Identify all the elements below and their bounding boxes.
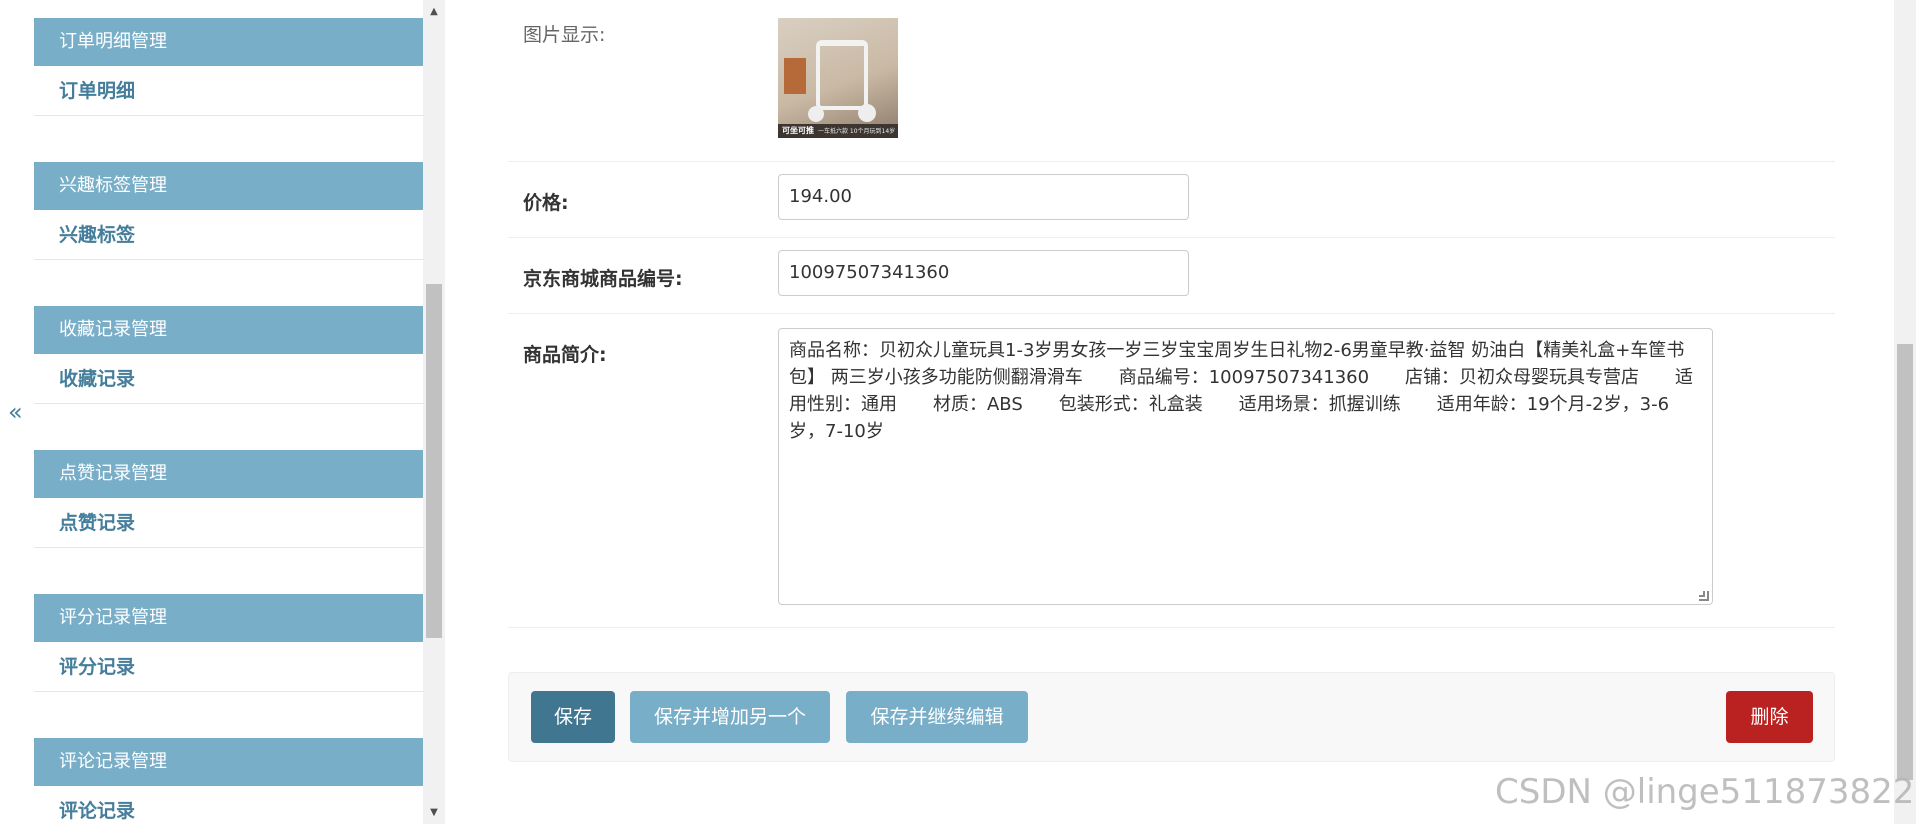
submit-row: 保存 保存并增加另一个 保存并继续编辑 删除 bbox=[508, 672, 1835, 762]
module-caption[interactable]: 评分记录管理 bbox=[34, 594, 423, 642]
sidebar-scrollbar[interactable]: ▲ ▼ bbox=[423, 0, 445, 824]
module-caption[interactable]: 收藏记录管理 bbox=[34, 306, 423, 354]
description-text: 商品名称：贝初众儿童玩具1-3岁男女孩一岁三岁宝宝周岁生日礼物2-6男童早教·益… bbox=[789, 340, 1694, 442]
description-textarea[interactable]: 商品名称：贝初众儿童玩具1-3岁男女孩一岁三岁宝宝周岁生日礼物2-6男童早教·益… bbox=[778, 328, 1713, 605]
module-interest-tag: 兴趣标签管理 兴趣标签 bbox=[34, 162, 423, 260]
image-caption-sub: 一车抵六款 10个月玩到14岁 bbox=[818, 128, 896, 135]
module-favorite: 收藏记录管理 收藏记录 bbox=[34, 306, 423, 404]
image-label: 图片显示: bbox=[523, 24, 606, 46]
form-row-sku: 京东商城商品编号: 10097507341360 bbox=[508, 238, 1835, 314]
sidebar-item-interest-tag[interactable]: 兴趣标签 bbox=[34, 210, 423, 260]
module-like: 点赞记录管理 点赞记录 bbox=[34, 450, 423, 548]
sidebar-item-rating[interactable]: 评分记录 bbox=[34, 642, 423, 692]
module-rating: 评分记录管理 评分记录 bbox=[34, 594, 423, 692]
scrollbar-thumb[interactable] bbox=[1897, 344, 1913, 780]
save-button[interactable]: 保存 bbox=[531, 691, 615, 743]
sidebar-collapse-toggle[interactable]: « bbox=[8, 400, 26, 424]
module-caption[interactable]: 订单明细管理 bbox=[34, 18, 423, 66]
price-label: 价格: bbox=[523, 192, 569, 214]
wheel-shape bbox=[858, 104, 876, 122]
module-caption[interactable]: 评论记录管理 bbox=[34, 738, 423, 786]
watermark: CSDN @linge511873822 bbox=[1495, 772, 1915, 812]
form-row-price: 价格: 194.00 bbox=[508, 162, 1835, 238]
sku-label: 京东商城商品编号: bbox=[523, 268, 683, 290]
form-row-description: 商品简介: 商品名称：贝初众儿童玩具1-3岁男女孩一岁三岁宝宝周岁生日礼物2-6… bbox=[508, 314, 1835, 628]
sidebar-item-comment[interactable]: 评论记录 bbox=[34, 786, 423, 824]
package-box-shape bbox=[784, 58, 806, 94]
delete-button[interactable]: 删除 bbox=[1726, 691, 1813, 743]
change-form: 图片显示: 可坐可推 一车抵六款 10个月玩到14岁 价格: 194.00 京东… bbox=[508, 0, 1835, 824]
resize-handle-icon[interactable] bbox=[1699, 591, 1709, 601]
save-and-add-another-button[interactable]: 保存并增加另一个 bbox=[630, 691, 830, 743]
main-scrollbar[interactable] bbox=[1894, 0, 1916, 824]
module-caption[interactable]: 点赞记录管理 bbox=[34, 450, 423, 498]
sku-input[interactable]: 10097507341360 bbox=[778, 250, 1189, 296]
scrollbar-thumb[interactable] bbox=[426, 284, 442, 638]
module-caption[interactable]: 兴趣标签管理 bbox=[34, 162, 423, 210]
form-row-image: 图片显示: 可坐可推 一车抵六款 10个月玩到14岁 bbox=[508, 0, 1835, 162]
module-order-detail: 订单明细管理 订单明细 bbox=[34, 18, 423, 116]
image-caption-main: 可坐可推 bbox=[782, 126, 814, 135]
save-and-continue-button[interactable]: 保存并继续编辑 bbox=[846, 691, 1028, 743]
triangle-down-icon[interactable]: ▼ bbox=[423, 807, 445, 818]
price-input[interactable]: 194.00 bbox=[778, 174, 1189, 220]
wheel-shape bbox=[808, 106, 824, 122]
sidebar: 订单明细管理 订单明细 兴趣标签管理 兴趣标签 收藏记录管理 收藏记录 点赞记录… bbox=[34, 0, 423, 824]
scooter-shape bbox=[816, 40, 868, 110]
sidebar-item-favorite[interactable]: 收藏记录 bbox=[34, 354, 423, 404]
sidebar-item-like[interactable]: 点赞记录 bbox=[34, 498, 423, 548]
triangle-up-icon[interactable]: ▲ bbox=[423, 6, 445, 17]
sidebar-item-order-detail[interactable]: 订单明细 bbox=[34, 66, 423, 116]
product-image[interactable]: 可坐可推 一车抵六款 10个月玩到14岁 bbox=[778, 18, 898, 138]
module-comment: 评论记录管理 评论记录 bbox=[34, 738, 423, 824]
description-label: 商品简介: bbox=[523, 344, 607, 366]
